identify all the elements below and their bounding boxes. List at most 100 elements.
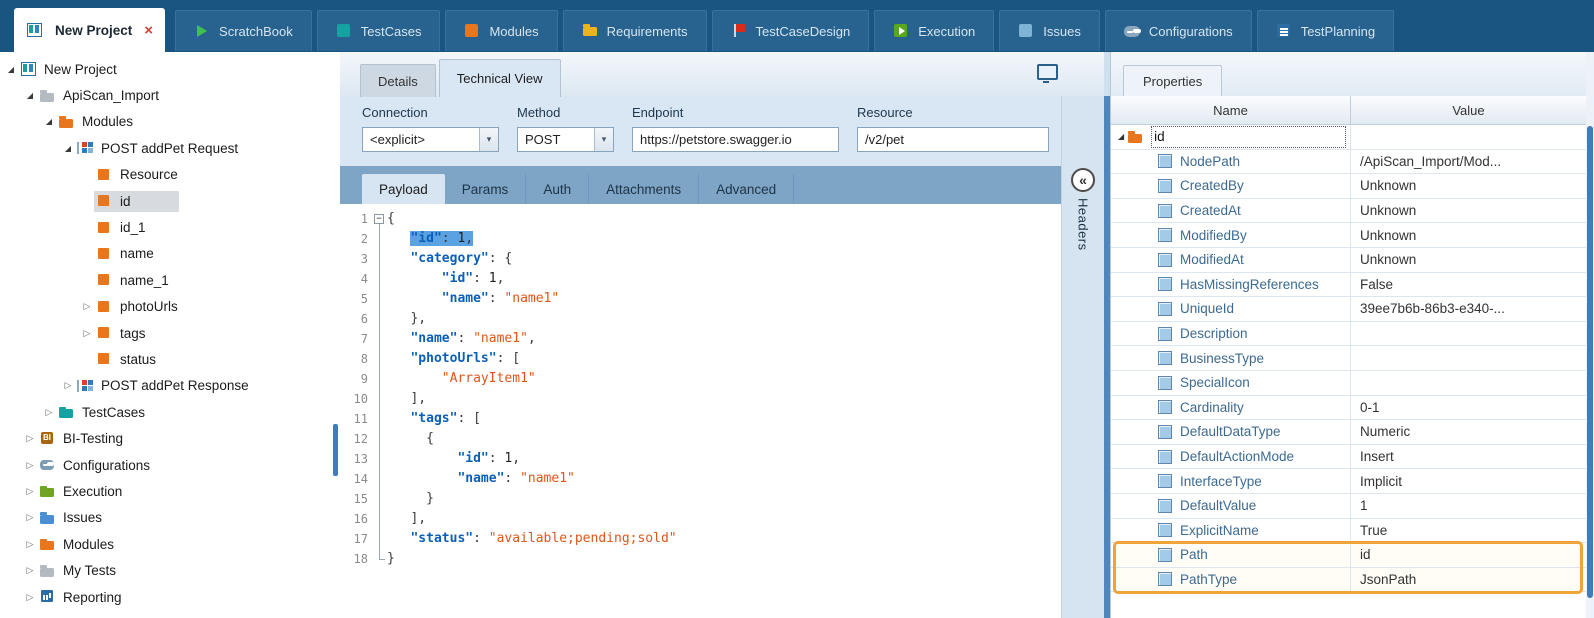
property-row-explicitname[interactable]: ExplicitNameTrue bbox=[1111, 519, 1586, 544]
column-header-name[interactable]: Name bbox=[1111, 96, 1351, 124]
tree-item-tags[interactable]: ▷tags bbox=[0, 320, 332, 346]
expand-arrow-icon[interactable]: ▷ bbox=[42, 407, 56, 418]
property-value-cell[interactable]: 39ee7b6b-86b3-e340-... bbox=[1351, 297, 1586, 321]
tab-modules[interactable]: Modules bbox=[445, 10, 557, 51]
property-row-specialicon[interactable]: SpecialIcon bbox=[1111, 371, 1586, 396]
property-row-id[interactable]: ◢id bbox=[1111, 125, 1586, 150]
expand-arrow-icon[interactable]: ▷ bbox=[23, 539, 37, 550]
fold-toggle-icon[interactable] bbox=[373, 209, 387, 229]
tab-testplanning[interactable]: TestPlanning bbox=[1257, 10, 1394, 51]
tab-scratchbook[interactable]: ScratchBook bbox=[175, 10, 312, 51]
tree-item-issues[interactable]: ▷Issues bbox=[0, 505, 332, 531]
expand-arrow-icon[interactable]: ▷ bbox=[23, 460, 37, 471]
column-header-value[interactable]: Value bbox=[1351, 96, 1586, 124]
tree-scrollbar-thumb[interactable] bbox=[333, 424, 338, 476]
tab-payload[interactable]: Payload bbox=[362, 174, 445, 204]
tree-item-post-addpet-response[interactable]: ▷POST addPet Response bbox=[0, 373, 332, 399]
expand-arrow-icon[interactable]: ▷ bbox=[80, 301, 94, 312]
property-value-cell[interactable]: JsonPath bbox=[1351, 568, 1586, 592]
property-value-cell[interactable]: id bbox=[1351, 543, 1586, 567]
collapse-panel-icon[interactable]: « bbox=[1071, 168, 1095, 192]
tab-details[interactable]: Details bbox=[360, 64, 436, 97]
center-scrollbar[interactable] bbox=[1104, 52, 1110, 618]
tree-item-execution[interactable]: ▷Execution bbox=[0, 478, 332, 504]
method-select[interactable]: POST▾ bbox=[517, 127, 614, 152]
property-row-hasmissingreferences[interactable]: HasMissingReferencesFalse bbox=[1111, 273, 1586, 298]
tree-item-testcases[interactable]: ▷TestCases bbox=[0, 399, 332, 425]
tab-properties[interactable]: Properties bbox=[1123, 65, 1222, 96]
tree-item-id[interactable]: id bbox=[0, 188, 332, 214]
tree-item-modules[interactable]: ◢Modules bbox=[0, 109, 332, 135]
property-row-businesstype[interactable]: BusinessType bbox=[1111, 346, 1586, 371]
property-value-cell[interactable]: Unknown bbox=[1351, 199, 1586, 223]
property-value-cell[interactable]: Implicit bbox=[1351, 469, 1586, 493]
property-value-cell[interactable] bbox=[1351, 371, 1586, 395]
property-value-cell[interactable]: Unknown bbox=[1351, 223, 1586, 247]
expand-arrow-icon[interactable]: ▷ bbox=[80, 328, 94, 339]
tab-advanced[interactable]: Advanced bbox=[699, 174, 794, 204]
property-row-defaultvalue[interactable]: DefaultValue1 bbox=[1111, 494, 1586, 519]
property-value-cell[interactable]: /ApiScan_Import/Mod... bbox=[1351, 150, 1586, 174]
property-value-cell[interactable]: Unknown bbox=[1351, 174, 1586, 198]
connection-select[interactable]: <explicit>▾ bbox=[362, 127, 499, 152]
tree-item-id-1[interactable]: id_1 bbox=[0, 214, 332, 240]
tab-technical-view[interactable]: Technical View bbox=[439, 59, 561, 97]
collapse-arrow-icon[interactable]: ◢ bbox=[23, 91, 37, 100]
endpoint-input[interactable] bbox=[632, 127, 839, 152]
property-value-cell[interactable]: True bbox=[1351, 519, 1586, 543]
property-row-description[interactable]: Description bbox=[1111, 322, 1586, 347]
property-value-cell[interactable] bbox=[1351, 346, 1586, 370]
property-value-cell[interactable]: Numeric bbox=[1351, 420, 1586, 444]
tree-item-name-1[interactable]: name_1 bbox=[0, 267, 332, 293]
property-row-interfacetype[interactable]: InterfaceTypeImplicit bbox=[1111, 469, 1586, 494]
expand-arrow-icon[interactable]: ▷ bbox=[23, 512, 37, 523]
properties-scrollbar-thumb[interactable] bbox=[1587, 126, 1593, 598]
property-value-cell[interactable] bbox=[1351, 125, 1586, 149]
tree-item-bi-testing[interactable]: ▷BI-Testing bbox=[0, 425, 332, 451]
tab-testcasedesign[interactable]: TestCaseDesign bbox=[712, 10, 870, 51]
tab-configurations[interactable]: Configurations bbox=[1105, 10, 1252, 51]
tree-item-my-tests[interactable]: ▷My Tests bbox=[0, 557, 332, 583]
property-row-createdby[interactable]: CreatedByUnknown bbox=[1111, 174, 1586, 199]
property-row-modifiedat[interactable]: ModifiedAtUnknown bbox=[1111, 248, 1586, 273]
tab-execution[interactable]: Execution bbox=[874, 10, 994, 51]
tree-item-reporting[interactable]: ▷Reporting bbox=[0, 584, 332, 610]
center-scrollbar-thumb[interactable] bbox=[1104, 96, 1110, 618]
tree-item-post-addpet-request[interactable]: ◢POST addPet Request bbox=[0, 135, 332, 161]
collapse-arrow-icon[interactable]: ◢ bbox=[4, 65, 18, 74]
resource-input[interactable] bbox=[857, 127, 1049, 152]
expand-arrow-icon[interactable]: ▷ bbox=[23, 592, 37, 603]
properties-scrollbar[interactable] bbox=[1586, 52, 1594, 618]
close-icon[interactable]: × bbox=[144, 22, 153, 39]
property-value-cell[interactable]: False bbox=[1351, 273, 1586, 297]
collapse-arrow-icon[interactable]: ◢ bbox=[61, 144, 75, 153]
property-row-cardinality[interactable]: Cardinality0-1 bbox=[1111, 396, 1586, 421]
tab-issues[interactable]: Issues bbox=[999, 10, 1100, 51]
property-row-createdat[interactable]: CreatedAtUnknown bbox=[1111, 199, 1586, 224]
property-value-cell[interactable]: 1 bbox=[1351, 494, 1586, 518]
tab-auth[interactable]: Auth bbox=[526, 174, 589, 204]
tree-scrollbar[interactable] bbox=[332, 52, 340, 618]
chevron-down-icon[interactable]: ▾ bbox=[594, 128, 613, 151]
property-row-uniqueid[interactable]: UniqueId39ee7b6b-86b3-e340-... bbox=[1111, 297, 1586, 322]
collapse-arrow-icon[interactable]: ◢ bbox=[42, 117, 56, 126]
tree-item-photourls[interactable]: ▷photoUrls bbox=[0, 294, 332, 320]
tab-attachments[interactable]: Attachments bbox=[589, 174, 699, 204]
property-value-cell[interactable]: 0-1 bbox=[1351, 396, 1586, 420]
expand-arrow-icon[interactable]: ▷ bbox=[23, 486, 37, 497]
property-row-defaultdatatype[interactable]: DefaultDataTypeNumeric bbox=[1111, 420, 1586, 445]
expand-arrow-icon[interactable]: ▷ bbox=[61, 380, 75, 391]
tree-item-apiscan-import[interactable]: ◢ApiScan_Import bbox=[0, 82, 332, 108]
property-row-pathtype[interactable]: PathTypeJsonPath bbox=[1111, 568, 1586, 593]
expand-arrow-icon[interactable]: ▷ bbox=[23, 433, 37, 444]
tree-item-modules[interactable]: ▷Modules bbox=[0, 531, 332, 557]
property-row-modifiedby[interactable]: ModifiedByUnknown bbox=[1111, 223, 1586, 248]
chevron-down-icon[interactable]: ▾ bbox=[479, 128, 498, 151]
property-value-cell[interactable]: Insert bbox=[1351, 445, 1586, 469]
tab-new-project[interactable]: New Project × bbox=[14, 8, 165, 52]
payload-editor[interactable]: 1{2 "id": 1,3 "category": {4 "id": 1,5 "… bbox=[340, 204, 1062, 618]
tab-params[interactable]: Params bbox=[445, 174, 527, 204]
tab-requirements[interactable]: Requirements bbox=[563, 10, 707, 51]
tree-item-new-project[interactable]: ◢New Project bbox=[0, 56, 332, 82]
tree-item-resource[interactable]: Resource bbox=[0, 162, 332, 188]
